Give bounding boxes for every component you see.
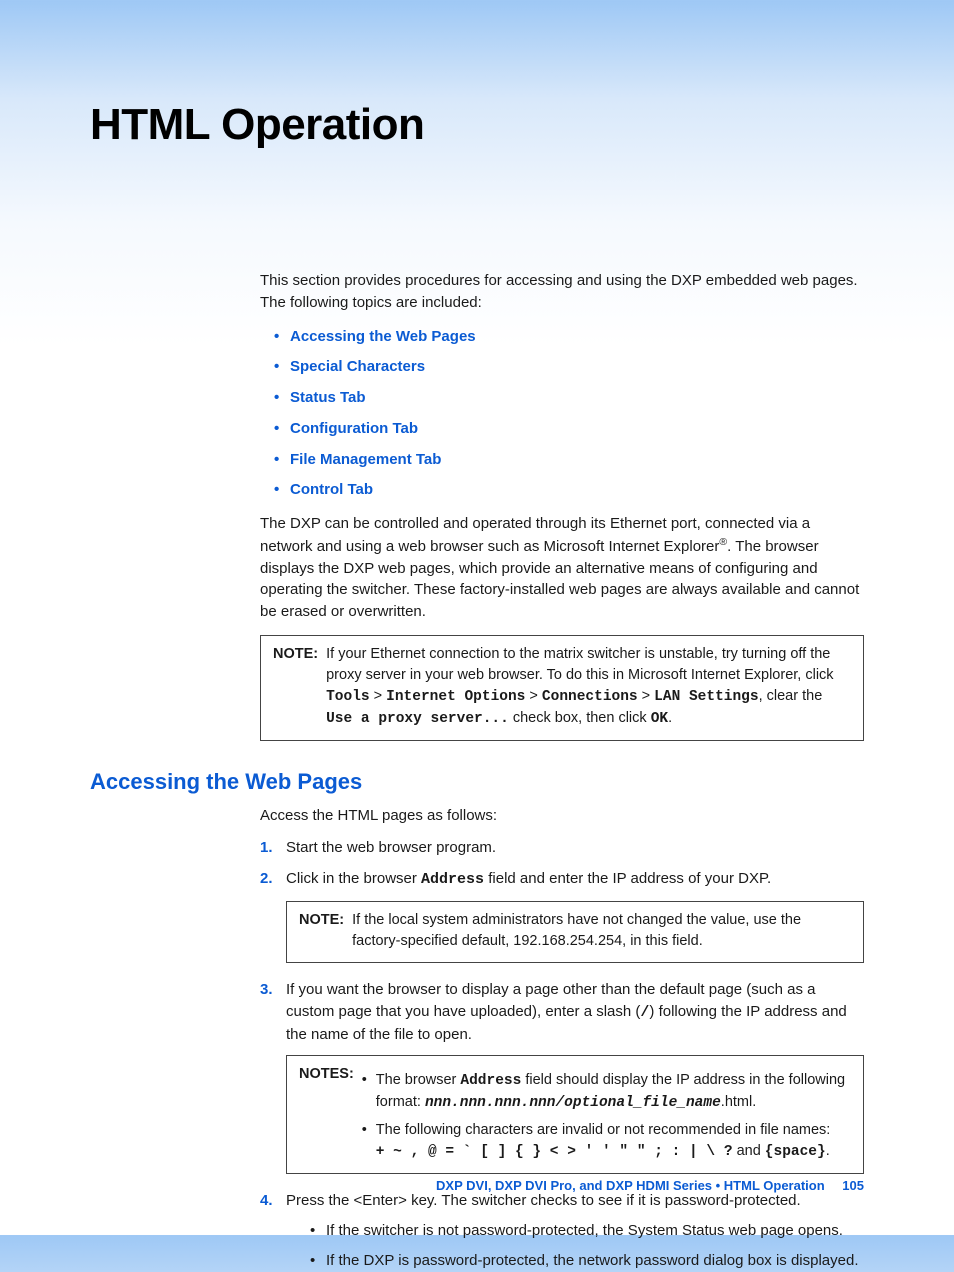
notes-bullet-2: The following characters are invalid or … [362,1120,851,1163]
content-block: This section provides procedures for acc… [260,270,864,741]
note-box-filename: NOTES: The browser Address field should … [286,1055,864,1174]
page-title: HTML Operation [90,100,864,150]
toc-link-control-tab[interactable]: Control Tab [274,479,864,501]
page-number: 105 [842,1178,864,1193]
body-paragraph: The DXP can be controlled and operated t… [260,513,864,623]
notes-label: NOTES: [299,1064,354,1085]
section-content: Access the HTML pages as follows: Start … [260,805,864,1272]
steps-list: Start the web browser program. Click in … [260,837,864,1272]
section-heading-accessing: Accessing the Web Pages [90,769,864,795]
note-box-default-ip: NOTE: If the local system administrators… [286,901,864,963]
step-4-sub-2: If the DXP is password-protected, the ne… [310,1250,864,1272]
step-4-sub-1: If the switcher is not password-protecte… [310,1220,864,1242]
note-label: NOTE: [273,644,318,665]
footer-text: DXP DVI, DXP DVI Pro, and DXP HDMI Serie… [436,1178,825,1193]
toc-link-configuration-tab[interactable]: Configuration Tab [274,418,864,440]
step-3: If you want the browser to display a pag… [260,979,864,1174]
intro-paragraph: This section provides procedures for acc… [260,270,864,314]
note-label: NOTE: [299,910,344,931]
step-2: Click in the browser Address field and e… [260,868,864,963]
page-footer: DXP DVI, DXP DVI Pro, and DXP HDMI Serie… [436,1178,864,1193]
note-box-proxy: NOTE: If your Ethernet connection to the… [260,635,864,741]
step-1: Start the web browser program. [260,837,864,859]
section-intro: Access the HTML pages as follows: [260,805,864,827]
toc-link-accessing[interactable]: Accessing the Web Pages [274,326,864,348]
registered-mark: ® [719,536,727,548]
step-4-sublist: If the switcher is not password-protecte… [310,1220,864,1272]
toc-list: Accessing the Web Pages Special Characte… [274,326,864,502]
step-4: Press the <Enter> key. The switcher chec… [260,1190,864,1271]
note-body: If your Ethernet connection to the matri… [326,644,851,730]
note-body: The browser Address field should display… [362,1064,851,1163]
toc-link-special-characters[interactable]: Special Characters [274,356,864,378]
toc-link-status-tab[interactable]: Status Tab [274,387,864,409]
toc-link-file-management-tab[interactable]: File Management Tab [274,449,864,471]
note-body: If the local system administrators have … [352,910,851,952]
notes-bullet-1: The browser Address field should display… [362,1070,851,1114]
